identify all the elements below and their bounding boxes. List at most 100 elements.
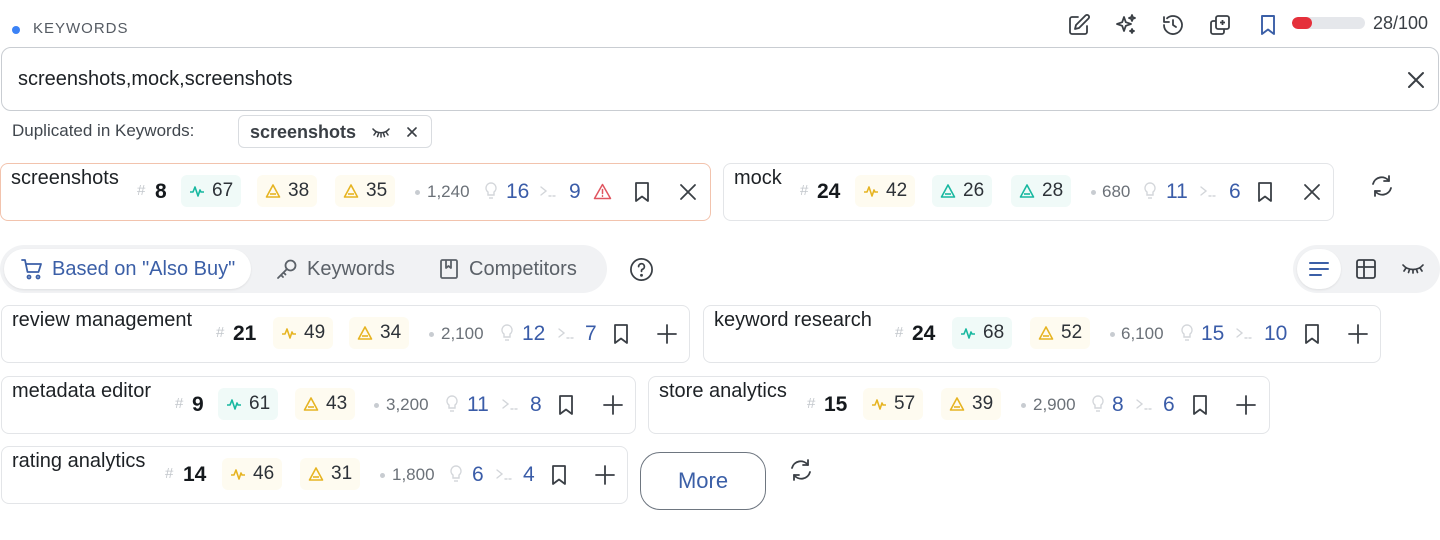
keyword-name: keyword research bbox=[714, 309, 872, 331]
close-icon bbox=[680, 184, 696, 200]
hidden-view-button[interactable] bbox=[1391, 249, 1435, 289]
add-keyword-button[interactable] bbox=[654, 321, 680, 347]
keyword-card[interactable]: mock # 24 42 26 28 680 11 6 bbox=[723, 163, 1334, 221]
pulse-icon bbox=[190, 186, 204, 197]
remove-keyword-button[interactable] bbox=[675, 179, 701, 205]
triangle-icon bbox=[1038, 326, 1054, 340]
hash-icon: # bbox=[807, 395, 816, 412]
bulb-icon bbox=[1181, 324, 1193, 341]
grid-view-button[interactable] bbox=[1344, 249, 1388, 289]
suggestion-card[interactable]: metadata editor # 9 61 43 3,200 11 8 bbox=[1, 376, 636, 434]
bookmark-keyword-button[interactable] bbox=[1299, 321, 1325, 347]
volume-value: 680 bbox=[1102, 182, 1131, 201]
terminal-icon bbox=[540, 186, 558, 197]
add-keyword-button[interactable] bbox=[600, 392, 626, 418]
bookmark-keyword-button[interactable] bbox=[546, 462, 572, 488]
bookmark-keyword-button[interactable] bbox=[553, 392, 579, 418]
refresh-icon[interactable] bbox=[1369, 173, 1395, 199]
hash-icon: # bbox=[216, 324, 225, 341]
suggestion-card[interactable]: rating analytics # 14 46 31 1,800 6 4 bbox=[1, 446, 628, 504]
score-value: 67 bbox=[212, 180, 234, 201]
bookmark-button[interactable] bbox=[1254, 11, 1282, 39]
remove-keyword-button[interactable] bbox=[1299, 179, 1325, 205]
edit-button[interactable] bbox=[1065, 11, 1093, 39]
cart-icon bbox=[21, 259, 42, 280]
rank-value: 21 bbox=[233, 322, 257, 345]
copy-button[interactable] bbox=[1206, 11, 1234, 39]
rank-value: 15 bbox=[824, 393, 848, 416]
tab-keywords[interactable]: Keywords bbox=[259, 249, 411, 289]
suggestion-card[interactable]: store analytics # 15 57 39 2,900 8 6 bbox=[648, 376, 1270, 434]
tab-also-buy[interactable]: Based on "Also Buy" bbox=[4, 249, 252, 289]
bookmark-keyword-button[interactable] bbox=[629, 179, 655, 205]
ideas-value: 11 bbox=[467, 393, 489, 416]
bulb-icon bbox=[450, 465, 462, 482]
score-pill: 61 bbox=[218, 388, 279, 420]
separator-dot bbox=[380, 473, 385, 478]
score-pill: 42 bbox=[855, 175, 916, 207]
history-button[interactable] bbox=[1159, 11, 1187, 39]
competition-value: 35 bbox=[366, 180, 388, 201]
difficulty-pill: 39 bbox=[941, 388, 1002, 420]
difficulty-value: 34 bbox=[380, 322, 402, 343]
terminal-icon bbox=[1136, 399, 1154, 410]
suggestion-card[interactable]: review management # 21 49 34 2,100 12 7 bbox=[1, 305, 690, 363]
keywords-input-value[interactable]: screenshots,mock,screenshots bbox=[18, 68, 293, 91]
section-label: KEYWORDS bbox=[33, 20, 129, 37]
bookmark-icon bbox=[1193, 395, 1207, 415]
remove-chip-icon[interactable] bbox=[405, 125, 419, 139]
terminal-icon bbox=[502, 399, 520, 410]
bulb-icon bbox=[446, 395, 458, 412]
results-value: 10 bbox=[1264, 322, 1288, 345]
difficulty-pill: 31 bbox=[300, 458, 361, 490]
list-view-button[interactable] bbox=[1297, 249, 1341, 289]
tab-competitors[interactable]: Competitors bbox=[421, 249, 593, 289]
difficulty-value: 26 bbox=[963, 180, 985, 201]
suggestion-card[interactable]: keyword research # 24 68 52 6,100 15 10 bbox=[703, 305, 1381, 363]
bookmark-keyword-button[interactable] bbox=[1187, 392, 1213, 418]
bookmark-keyword-button[interactable] bbox=[1252, 179, 1278, 205]
refresh-suggestions-icon[interactable] bbox=[788, 457, 814, 483]
pulse-icon bbox=[961, 328, 975, 339]
plus-icon bbox=[1348, 324, 1368, 344]
ai-button[interactable] bbox=[1112, 11, 1140, 39]
bulb-icon bbox=[485, 182, 497, 199]
competition-pill: 35 bbox=[335, 175, 396, 207]
hash-icon: # bbox=[165, 465, 174, 482]
separator-dot bbox=[1021, 403, 1026, 408]
more-button[interactable]: More bbox=[640, 452, 766, 510]
edit-icon bbox=[1069, 14, 1090, 35]
bookmark-keyword-button[interactable] bbox=[608, 321, 634, 347]
keyword-name: rating analytics bbox=[12, 450, 146, 472]
volume-value: 1,800 bbox=[392, 465, 435, 484]
clear-icon[interactable] bbox=[1404, 68, 1428, 92]
usage-progress-fill bbox=[1292, 17, 1313, 29]
results-value: 9 bbox=[569, 180, 581, 203]
add-keyword-button[interactable] bbox=[1345, 321, 1371, 347]
add-keyword-button[interactable] bbox=[1233, 392, 1259, 418]
separator-dot bbox=[415, 190, 420, 195]
keyword-card[interactable]: screenshots # 8 67 38 35 1,240 16 9 bbox=[0, 163, 711, 221]
key-icon bbox=[277, 259, 297, 279]
add-keyword-button[interactable] bbox=[592, 462, 618, 488]
difficulty-value: 39 bbox=[972, 393, 994, 414]
separator-dot bbox=[374, 403, 379, 408]
volume-value: 3,200 bbox=[386, 395, 429, 414]
duplicated-label: Duplicated in Keywords: bbox=[12, 121, 195, 140]
difficulty-value: 38 bbox=[288, 180, 310, 201]
bookmark-icon bbox=[614, 324, 628, 344]
terminal-icon bbox=[1236, 328, 1254, 339]
eye-closed-icon[interactable] bbox=[371, 124, 391, 140]
ideas-value: 12 bbox=[522, 322, 546, 345]
triangle-icon bbox=[343, 184, 359, 198]
volume-value: 2,100 bbox=[441, 324, 484, 343]
view-switcher bbox=[1293, 245, 1440, 293]
pulse-icon bbox=[872, 399, 886, 410]
score-value: 61 bbox=[249, 393, 271, 414]
hash-icon: # bbox=[137, 182, 146, 199]
difficulty-value: 43 bbox=[326, 393, 348, 414]
plus-icon bbox=[603, 395, 623, 415]
keywords-input[interactable]: screenshots,mock,screenshots bbox=[1, 47, 1439, 111]
score-value: 46 bbox=[253, 463, 275, 484]
help-icon[interactable] bbox=[629, 257, 654, 282]
